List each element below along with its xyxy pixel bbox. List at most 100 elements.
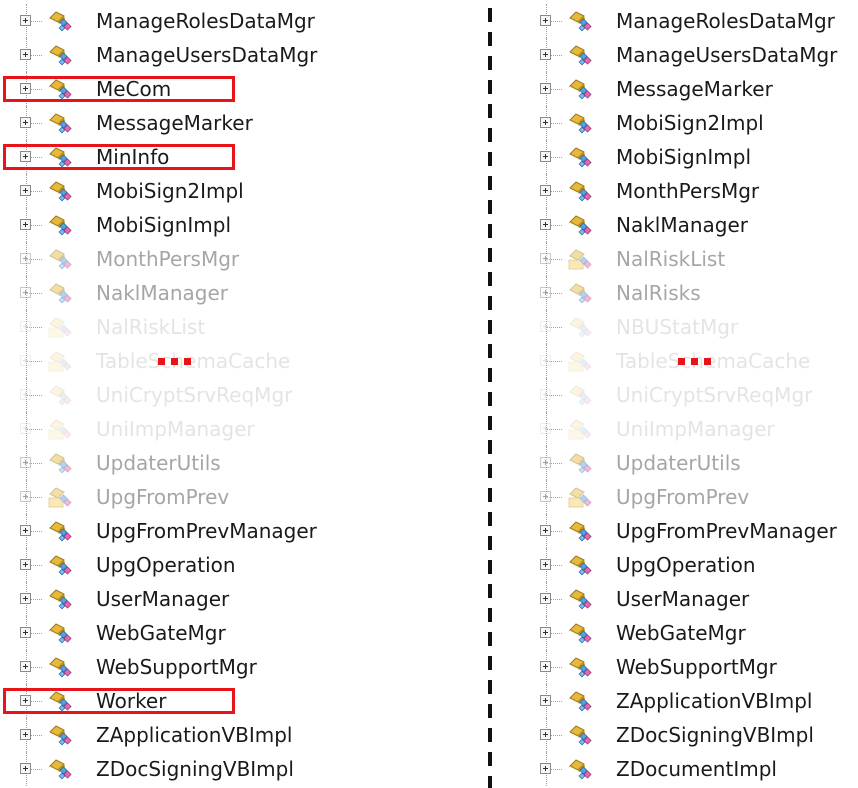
plus-box-icon[interactable] [20, 389, 31, 400]
component-icon [566, 384, 592, 406]
tree-node[interactable]: MobiSignImpl [0, 208, 470, 242]
tree-node[interactable]: UpgOperation [0, 548, 470, 582]
tree-node[interactable]: ZDocSigningVBImpl [0, 752, 470, 786]
tree-node[interactable]: ZApplicationVBImpl [0, 718, 470, 752]
tree-node-label: UniImpManager [96, 417, 255, 441]
tree-node[interactable]: MonthPersMgr [0, 242, 470, 276]
tree-node[interactable]: ManageRolesDataMgr [520, 4, 858, 38]
tree-node[interactable]: ZDocumentImpl [520, 752, 858, 786]
plus-box-icon[interactable] [20, 355, 31, 366]
plus-box-icon[interactable] [20, 219, 31, 230]
tree-node[interactable]: MonthPersMgr [520, 174, 858, 208]
plus-box-icon[interactable] [20, 457, 31, 468]
tree-node[interactable]: NaklManager [520, 208, 858, 242]
tree-node[interactable]: MessageMarker [0, 106, 470, 140]
tree-node[interactable]: NBUStatMgr [520, 310, 858, 344]
plus-box-icon[interactable] [540, 423, 551, 434]
tree-node[interactable]: MobiSign2Impl [520, 106, 858, 140]
tree-node[interactable]: TableSchemaCache [0, 344, 470, 378]
plus-box-icon[interactable] [540, 49, 551, 60]
tree-node[interactable]: MobiSignImpl [520, 140, 858, 174]
plus-box-icon[interactable] [540, 729, 551, 740]
component-icon [566, 44, 592, 66]
plus-box-icon[interactable] [540, 525, 551, 536]
tree-node[interactable]: UpdaterUtils [0, 446, 470, 480]
plus-box-icon[interactable] [20, 763, 31, 774]
plus-box-icon[interactable] [20, 321, 31, 332]
tree-node[interactable]: ManageUsersDataMgr [0, 38, 470, 72]
plus-box-icon[interactable] [20, 15, 31, 26]
tree-node[interactable]: WebGateMgr [520, 616, 858, 650]
plus-box-icon[interactable] [540, 117, 551, 128]
plus-box-icon[interactable] [540, 559, 551, 570]
tree-node[interactable]: UpgFromPrev [0, 480, 470, 514]
tree-node[interactable]: UniCryptSrvReqMgr [0, 378, 470, 412]
plus-box-icon[interactable] [540, 355, 551, 366]
tree-node[interactable]: UpdaterUtils [520, 446, 858, 480]
tree-node[interactable]: NalRisks [520, 276, 858, 310]
tree-node[interactable]: ManageRolesDataMgr [0, 4, 470, 38]
tree-node[interactable]: NaklManager [0, 276, 470, 310]
plus-box-icon[interactable] [20, 661, 31, 672]
folder-component-icon [46, 316, 72, 338]
plus-box-icon[interactable] [540, 15, 551, 26]
plus-box-icon[interactable] [20, 729, 31, 740]
component-icon [566, 10, 592, 32]
tree-node[interactable]: UpgFromPrevManager [0, 514, 470, 548]
plus-box-icon[interactable] [540, 253, 551, 264]
plus-box-icon[interactable] [20, 627, 31, 638]
tree-node-label: UniCryptSrvReqMgr [96, 383, 293, 407]
component-icon [566, 690, 592, 712]
tree-node[interactable]: NalRiskList [0, 310, 470, 344]
tree-node[interactable]: ManageUsersDataMgr [520, 38, 858, 72]
tree-node-label: UpgOperation [616, 553, 756, 577]
tree-node[interactable]: MobiSign2Impl [0, 174, 470, 208]
plus-box-icon[interactable] [20, 593, 31, 604]
plus-box-icon[interactable] [540, 151, 551, 162]
tree-node[interactable]: WebSupportMgr [0, 650, 470, 684]
plus-box-icon[interactable] [540, 321, 551, 332]
tree-node[interactable]: WebSupportMgr [520, 650, 858, 684]
plus-box-icon[interactable] [540, 627, 551, 638]
plus-box-icon[interactable] [540, 287, 551, 298]
plus-box-icon[interactable] [20, 525, 31, 536]
tree-node[interactable]: UniImpManager [0, 412, 470, 446]
tree-node-label: ManageUsersDataMgr [96, 43, 318, 67]
plus-box-icon[interactable] [20, 287, 31, 298]
tree-node[interactable]: NalRiskList [520, 242, 858, 276]
plus-box-icon[interactable] [20, 423, 31, 434]
tree-node[interactable]: MessageMarker [520, 72, 858, 106]
plus-box-icon[interactable] [540, 83, 551, 94]
tree-node[interactable]: UpgOperation [520, 548, 858, 582]
plus-box-icon[interactable] [540, 661, 551, 672]
tree-node[interactable]: ZDocSigningVBImpl [520, 718, 858, 752]
tree-node[interactable]: UserManager [520, 582, 858, 616]
plus-box-icon[interactable] [540, 491, 551, 502]
plus-box-icon[interactable] [20, 253, 31, 264]
tree-node-label: WebSupportMgr [616, 655, 777, 679]
plus-box-icon[interactable] [540, 763, 551, 774]
tree-node-label: MonthPersMgr [96, 247, 240, 271]
tree-node[interactable]: WebGateMgr [0, 616, 470, 650]
tree-node-label: UpgFromPrevManager [616, 519, 837, 543]
component-icon [46, 44, 72, 66]
plus-box-icon[interactable] [20, 491, 31, 502]
tree-node-label: NalRisks [616, 281, 701, 305]
plus-box-icon[interactable] [540, 593, 551, 604]
plus-box-icon[interactable] [540, 185, 551, 196]
tree-node[interactable]: UpgFromPrev [520, 480, 858, 514]
tree-node[interactable]: UserManager [0, 582, 470, 616]
component-icon [46, 384, 72, 406]
plus-box-icon[interactable] [20, 117, 31, 128]
plus-box-icon[interactable] [540, 389, 551, 400]
plus-box-icon[interactable] [20, 185, 31, 196]
plus-box-icon[interactable] [20, 49, 31, 60]
tree-node[interactable]: UniCryptSrvReqMgr [520, 378, 858, 412]
tree-node[interactable]: UniImpManager [520, 412, 858, 446]
plus-box-icon[interactable] [20, 559, 31, 570]
tree-node[interactable]: ZApplicationVBImpl [520, 684, 858, 718]
tree-node[interactable]: UpgFromPrevManager [520, 514, 858, 548]
plus-box-icon[interactable] [540, 457, 551, 468]
plus-box-icon[interactable] [540, 695, 551, 706]
plus-box-icon[interactable] [540, 219, 551, 230]
